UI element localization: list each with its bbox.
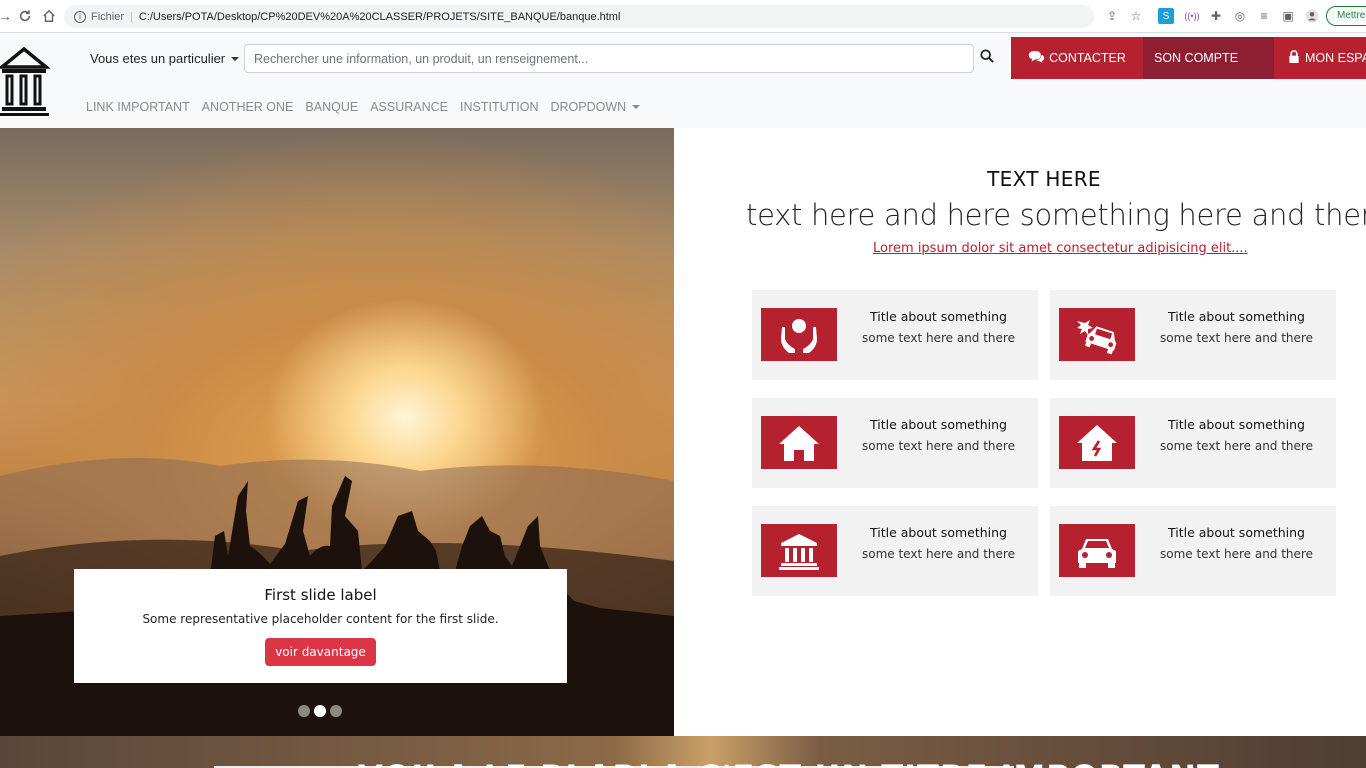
- share-icon[interactable]: ⇪: [1104, 8, 1120, 24]
- contact-label: CONTACTER: [1049, 51, 1126, 65]
- services-section: TEXT HERE text here and here something h…: [674, 128, 1366, 736]
- protocol-label: Fichier: [91, 10, 125, 23]
- bank-icon: [761, 524, 837, 577]
- section-heading: TEXT HERE: [987, 167, 1101, 191]
- carousel-indicator-2[interactable]: [314, 705, 326, 717]
- account-label: SON COMPTE: [1154, 51, 1239, 65]
- update-button[interactable]: Mettre: [1326, 6, 1366, 26]
- site-header: Vous etes un particulier CONTACTER SON C…: [0, 33, 1366, 128]
- house-repair-icon: [1059, 416, 1135, 469]
- chevron-down-icon: [632, 105, 641, 109]
- service-card[interactable]: Title about something some text here and…: [1050, 506, 1336, 596]
- hero-carousel[interactable]: First slide label Some representative pl…: [0, 128, 674, 736]
- main-menu: LINK IMPORTANT ANOTHER ONE BANQUE ASSURA…: [86, 100, 641, 114]
- search-icon[interactable]: [980, 49, 1000, 69]
- chat-icon: [1028, 50, 1045, 66]
- extension-s-icon[interactable]: S: [1158, 8, 1174, 24]
- section-link[interactable]: Lorem ipsum dolor sit amet consectetur a…: [873, 241, 1248, 256]
- menu-item-link-important[interactable]: LINK IMPORTANT: [86, 100, 190, 114]
- service-card[interactable]: Title about something some text here and…: [752, 398, 1038, 488]
- featured-banner: VOILA LE BLABLA C'EST UN TITRE IMPORTANT: [0, 736, 1366, 768]
- car-icon: [1059, 524, 1135, 577]
- browser-toolbar: → i Fichier | C:/Users/POTA/Desktop/CP%2…: [0, 0, 1366, 33]
- extensions-puzzle-icon[interactable]: ✚: [1208, 8, 1224, 24]
- service-card-text: some text here and there: [862, 331, 1015, 345]
- info-icon[interactable]: i: [74, 10, 86, 23]
- extension-chat-icon[interactable]: ◎: [1232, 8, 1248, 24]
- home-icon[interactable]: [38, 5, 60, 27]
- hands-heart-icon: [761, 308, 837, 361]
- slide-title: First slide label: [264, 586, 377, 604]
- service-card[interactable]: Title about something some text here and…: [752, 506, 1038, 596]
- service-card[interactable]: Title about something some text here and…: [752, 290, 1038, 380]
- service-card[interactable]: Title about something some text here and…: [1050, 398, 1336, 488]
- carousel-indicator-1[interactable]: [298, 705, 310, 717]
- car-crash-icon: [1059, 308, 1135, 361]
- service-card-text: some text here and there: [862, 439, 1015, 453]
- carousel-indicator-3[interactable]: [330, 705, 342, 717]
- bank-logo-icon[interactable]: [0, 41, 51, 122]
- profile-icon[interactable]: [1304, 8, 1320, 24]
- my-space-label: MON ESPACE: [1305, 51, 1366, 65]
- service-card-title: Title about something: [1168, 417, 1305, 432]
- search-input[interactable]: [244, 44, 974, 73]
- side-panel-icon[interactable]: ▣: [1280, 8, 1296, 24]
- menu-item-assurance[interactable]: ASSURANCE: [370, 100, 448, 114]
- omnibox-separator: |: [130, 10, 133, 23]
- reload-icon[interactable]: [14, 5, 36, 27]
- menu-item-another-one[interactable]: ANOTHER ONE: [202, 100, 294, 114]
- address-bar[interactable]: i Fichier | C:/Users/POTA/Desktop/CP%20D…: [64, 5, 1094, 28]
- service-card-text: some text here and there: [1160, 439, 1313, 453]
- read-more-button[interactable]: voir davantage: [265, 638, 376, 666]
- extension-signal-icon[interactable]: ((•)): [1184, 8, 1200, 24]
- customer-type-label: Vous etes un particulier: [90, 51, 226, 66]
- menu-item-dropdown-label: DROPDOWN: [550, 100, 627, 114]
- my-space-button[interactable]: MON ESPACE: [1274, 37, 1366, 79]
- star-icon[interactable]: ☆: [1128, 8, 1144, 24]
- carousel-caption: First slide label Some representative pl…: [74, 569, 567, 683]
- reading-list-icon[interactable]: ≡: [1256, 8, 1272, 24]
- carousel-indicators: [298, 705, 342, 717]
- service-card-title: Title about something: [1168, 525, 1305, 540]
- menu-item-dropdown[interactable]: DROPDOWN: [550, 100, 641, 114]
- service-card[interactable]: Title about something some text here and…: [1050, 290, 1336, 380]
- contact-button[interactable]: CONTACTER: [1011, 37, 1143, 79]
- service-card-title: Title about something: [1168, 309, 1305, 324]
- service-card-title: Title about something: [870, 525, 1007, 540]
- customer-type-dropdown[interactable]: Vous etes un particulier: [90, 51, 240, 66]
- section-subheading: text here and here something here and th…: [746, 198, 1366, 232]
- service-card-text: some text here and there: [1160, 547, 1313, 561]
- slide-text: Some representative placeholder content …: [142, 612, 499, 626]
- account-button[interactable]: SON COMPTE: [1143, 37, 1274, 79]
- chevron-down-icon: [231, 56, 240, 61]
- menu-item-institution[interactable]: INSTITUTION: [460, 100, 538, 114]
- service-card-text: some text here and there: [1160, 331, 1313, 345]
- service-card-title: Title about something: [870, 309, 1007, 324]
- service-card-text: some text here and there: [862, 547, 1015, 561]
- service-card-title: Title about something: [870, 417, 1007, 432]
- house-icon: [761, 416, 837, 469]
- url-text: C:/Users/POTA/Desktop/CP%20DEV%20A%20CLA…: [138, 10, 621, 23]
- banner-title: VOILA LE BLABLA C'EST UN TITRE IMPORTANT: [358, 758, 1220, 768]
- menu-item-banque[interactable]: BANQUE: [305, 100, 358, 114]
- lock-icon: [1288, 50, 1300, 66]
